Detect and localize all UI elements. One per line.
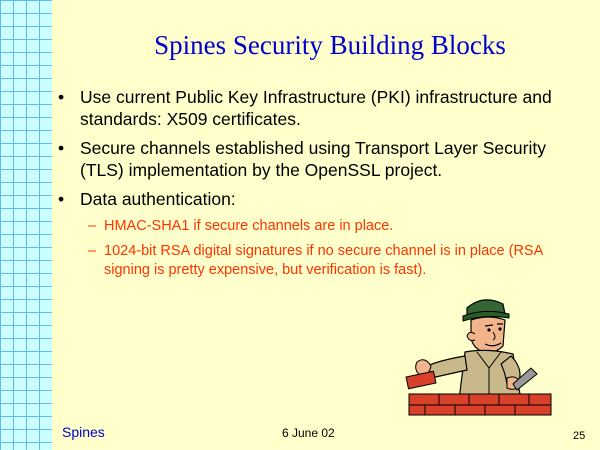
bricklayer-clipart-icon — [405, 299, 552, 416]
bullet-marker: • — [58, 189, 65, 209]
footer-date: 6 June 02 — [282, 426, 335, 440]
bullet-item: • Secure channels established using Tran… — [58, 137, 558, 181]
bullet-text: Secure channels established using Transp… — [80, 138, 546, 180]
bullet-text: Use current Public Key Infrastructure (P… — [80, 87, 552, 129]
sub-bullet-marker: – — [88, 218, 97, 234]
bullet-item: • Data authentication: — [58, 188, 558, 210]
bullet-marker: • — [58, 138, 65, 158]
sub-bullet-item: – 1024-bit RSA digital signatures if no … — [58, 242, 549, 280]
sub-bullet-text: HMAC-SHA1 if secure channels are in plac… — [104, 218, 394, 234]
sub-bullet-text: 1024-bit RSA digital signatures if no se… — [104, 243, 543, 278]
bullet-list: • Use current Public Key Infrastructure … — [58, 86, 558, 286]
bullet-marker: • — [58, 87, 65, 107]
slide-title: Spines Security Building Blocks — [154, 30, 506, 60]
sub-bullet-marker: – — [88, 243, 97, 259]
bullet-item: • Use current Public Key Infrastructure … — [58, 86, 558, 130]
bullet-text: Data authentication: — [80, 189, 236, 209]
page-number: 25 — [573, 430, 586, 442]
footer-left-label: Spines — [62, 424, 105, 440]
sub-bullet-item: – HMAC-SHA1 if secure channels are in pl… — [58, 217, 558, 236]
grid-decoration — [0, 0, 52, 450]
